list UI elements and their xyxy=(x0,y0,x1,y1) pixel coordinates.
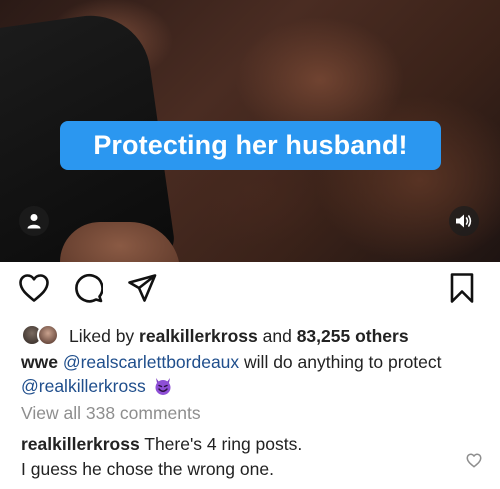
comment-button[interactable] xyxy=(70,270,106,306)
share-button[interactable] xyxy=(124,270,160,306)
likes-prefix: Liked by xyxy=(69,325,140,346)
speaker-icon xyxy=(456,214,472,228)
likes-middle: and xyxy=(257,325,297,346)
caption-author[interactable]: wwe xyxy=(21,352,58,372)
comment-line-1: realkillerkross There's 4 ring posts. xyxy=(21,432,461,457)
caption-text: will do anything to protect xyxy=(239,352,442,372)
user-icon xyxy=(27,214,41,229)
caption-mention[interactable]: @realkillerkross xyxy=(21,376,146,396)
post-action-bar xyxy=(0,270,500,310)
comment-icon xyxy=(75,273,103,303)
likes-count[interactable]: 83,255 others xyxy=(297,326,409,346)
liker-avatars xyxy=(21,324,63,348)
heart-icon xyxy=(466,453,482,467)
video-caption-overlay: Protecting her husband! xyxy=(60,121,441,170)
heart-icon xyxy=(19,274,49,302)
save-button[interactable] xyxy=(444,270,480,306)
comment-item: realkillerkross There's 4 ring posts. I … xyxy=(21,432,461,482)
tagged-users-button[interactable] xyxy=(19,206,49,236)
like-button[interactable] xyxy=(16,270,52,306)
comment-author[interactable]: realkillerkross xyxy=(21,434,140,454)
mute-toggle-button[interactable] xyxy=(449,206,479,236)
likes-summary[interactable]: Liked by realkillerkross and 83,255 othe… xyxy=(21,322,409,350)
likes-text: Liked by realkillerkross and 83,255 othe… xyxy=(69,326,409,347)
post-caption: wwe @realscarlettbordeaux will do anythi… xyxy=(21,350,491,398)
liker-username[interactable]: realkillerkross xyxy=(139,326,258,346)
view-all-comments-link[interactable]: View all 338 comments xyxy=(21,403,201,424)
paper-plane-icon xyxy=(128,274,157,302)
avatar xyxy=(37,324,59,346)
video-caption-text: Protecting her husband! xyxy=(93,130,408,160)
bookmark-icon xyxy=(450,273,474,303)
comment-like-button[interactable] xyxy=(462,448,486,472)
comment-text: There's 4 ring posts. xyxy=(139,434,303,454)
caption-mention[interactable]: @realscarlettbordeaux xyxy=(63,352,239,372)
comment-line-2: I guess he chose the wrong one. xyxy=(21,459,274,479)
smiling-devil-emoji xyxy=(155,378,171,395)
video-player[interactable]: Protecting her husband! xyxy=(0,0,500,262)
